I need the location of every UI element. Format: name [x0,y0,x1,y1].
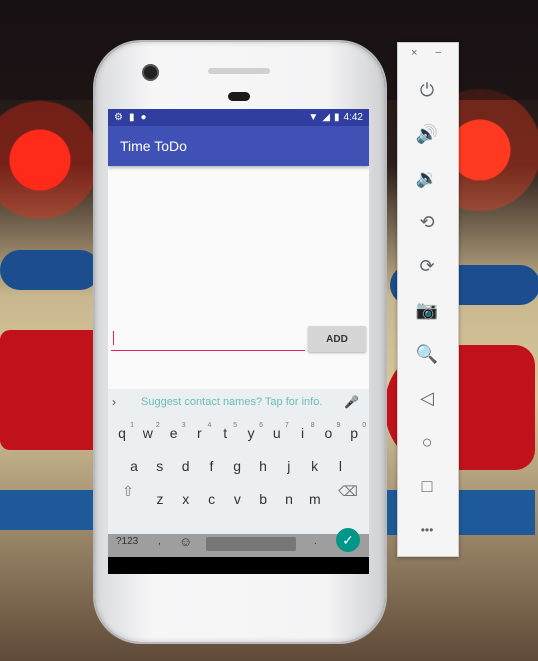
chevron-right-icon[interactable]: › [112,395,116,409]
key-x[interactable]: x [174,491,198,507]
key-o[interactable]: o9 [316,422,341,441]
emoji-icon[interactable]: ☺ [179,534,192,549]
app-bar: Time ToDo [108,126,369,166]
camera-icon[interactable]: 📷 [412,295,442,325]
home-icon[interactable]: ○ [412,427,442,457]
shift-key[interactable]: ⇧ [116,483,140,500]
key-row-2: asdfghjkl [108,450,369,483]
key-hint: 7 [284,422,289,429]
key-hint: 9 [336,422,341,429]
suggestion-text[interactable]: Suggest contact names? Tap for info. [141,396,322,408]
emulator-toolbar: × − ⏻ 🔊 🔉 ⟲ ⟳ 📷 🔍 ◁ ○ □ ••• [397,42,459,557]
key-a[interactable]: a [122,458,146,474]
todo-input-row: ADD [111,326,366,354]
status-bar: ⚙ ▮ ● ▼ ◢ ▮ 4:42 [108,109,369,126]
front-camera [142,64,159,81]
zoom-icon[interactable]: 🔍 [412,339,442,369]
app-title: Time ToDo [120,138,187,154]
minimize-icon[interactable]: − [435,47,441,59]
key-hint: 1 [130,422,134,429]
phone-frame: ⚙ ▮ ● ▼ ◢ ▮ 4:42 Time ToDo ADD › Suggest… [95,42,385,642]
volume-down-icon[interactable]: 🔉 [412,163,442,193]
key-z[interactable]: z [148,491,172,507]
key-w[interactable]: w2 [136,422,160,441]
space-key[interactable] [206,537,296,551]
enter-key[interactable]: ✓ [336,528,360,552]
key-hint: 4 [207,422,212,429]
key-hint: 5 [233,422,238,429]
key-row-3: ⇧ ⌫ zxcvbnm [108,483,369,516]
power-icon[interactable]: ⏻ [412,75,442,105]
phone-screen: ⚙ ▮ ● ▼ ◢ ▮ 4:42 Time ToDo ADD › Suggest… [108,109,369,574]
key-n[interactable]: n [277,491,301,507]
signal-icon: ◢ [322,112,331,123]
rotate-left-icon[interactable]: ⟲ [412,207,442,237]
key-u[interactable]: u7 [265,422,289,441]
todo-input[interactable] [111,326,305,351]
volume-up-icon[interactable]: 🔊 [412,119,442,149]
sync-icon: ● [140,112,147,123]
key-b[interactable]: b [251,491,275,507]
suggestion-strip: › Suggest contact names? Tap for info. 🎤 [108,389,369,417]
overview-icon[interactable]: □ [412,471,442,501]
settings-icon: ⚙ [114,112,123,123]
key-hint: 3 [181,422,186,429]
rotate-right-icon[interactable]: ⟳ [412,251,442,281]
key-m[interactable]: m [303,491,327,507]
text-cursor [113,331,114,345]
key-hint: 6 [259,422,263,429]
key-i[interactable]: i8 [291,422,315,441]
key-p[interactable]: p0 [342,422,367,441]
wifi-icon: ▼ [308,112,319,123]
key-d[interactable]: d [174,458,198,474]
key-l[interactable]: l [328,458,352,474]
key-hint: 2 [155,422,160,429]
nav-bar [108,557,369,574]
status-time: 4:42 [343,112,363,123]
key-k[interactable]: k [303,458,327,474]
add-button[interactable]: ADD [308,326,366,352]
more-icon[interactable]: ••• [412,515,442,545]
key-y[interactable]: y6 [239,422,264,441]
symbols-key[interactable]: ?123 [116,536,138,547]
backspace-key[interactable]: ⌫ [336,483,360,500]
comma-key[interactable]: , [158,536,161,547]
key-s[interactable]: s [148,458,172,474]
earpiece-speaker [208,68,270,74]
key-hint: 8 [310,422,315,429]
close-icon[interactable]: × [411,47,417,59]
soft-keyboard: › Suggest contact names? Tap for info. 🎤… [108,389,369,567]
sd-card-icon: ▮ [128,112,135,123]
battery-icon: ▮ [334,112,340,123]
key-v[interactable]: v [225,491,249,507]
key-h[interactable]: h [251,458,275,474]
proximity-sensor [228,92,250,101]
key-f[interactable]: f [199,458,223,474]
key-j[interactable]: j [277,458,301,474]
key-r[interactable]: r4 [187,422,212,441]
period-key[interactable]: . [314,536,317,547]
key-row-1: q1w2e3r4t5y6u7i8o9p0 [108,417,369,450]
key-t[interactable]: t5 [213,422,238,441]
key-e[interactable]: e3 [162,422,186,441]
microphone-icon[interactable]: 🎤 [344,395,359,409]
key-q[interactable]: q1 [110,422,134,441]
key-c[interactable]: c [200,491,224,507]
key-g[interactable]: g [225,458,249,474]
back-icon[interactable]: ◁ [412,383,442,413]
key-hint: 0 [362,422,367,429]
